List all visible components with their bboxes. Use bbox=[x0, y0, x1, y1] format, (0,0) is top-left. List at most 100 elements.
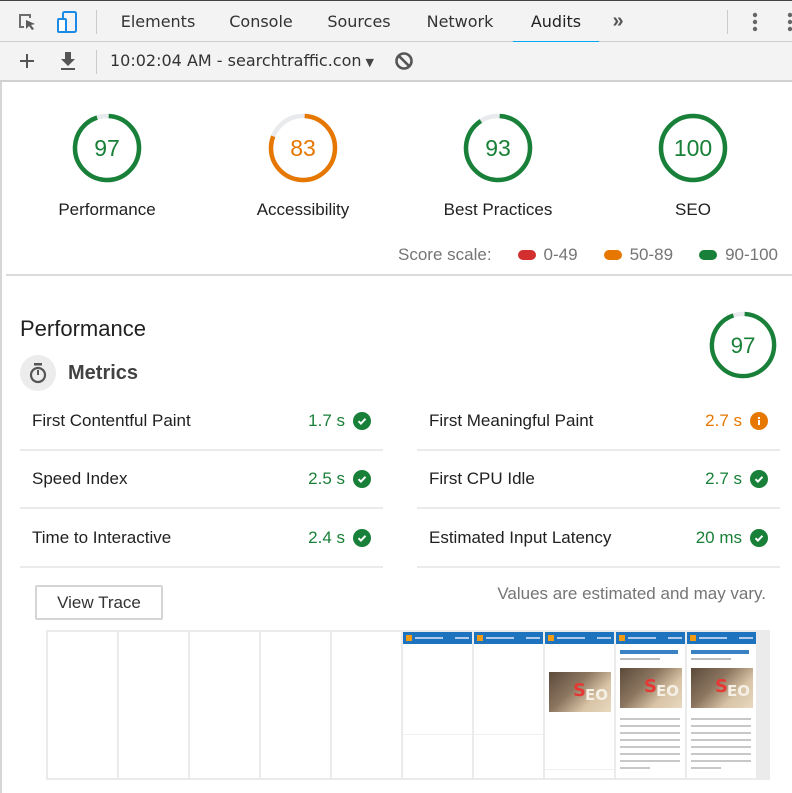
report-label: 10:02:04 AM - searchtraffic.con bbox=[110, 51, 362, 70]
view-trace-button[interactable]: View Trace bbox=[35, 585, 163, 620]
gauge-seo[interactable]: 100 SEO bbox=[608, 112, 778, 220]
thumbnail-header bbox=[616, 632, 685, 644]
site-logo-icon bbox=[477, 635, 483, 641]
metric-name: Estimated Input Latency bbox=[429, 528, 612, 547]
gauge-ring: 83 bbox=[268, 113, 338, 183]
metric-value: 2.5 s bbox=[308, 469, 345, 488]
gauge-accessibility[interactable]: 83 Accessibility bbox=[218, 112, 388, 220]
metric-row: Time to Interactive 2.4 s bbox=[20, 510, 383, 568]
metric-value: 2.7 s bbox=[705, 469, 742, 488]
metrics-header: Metrics bbox=[20, 355, 138, 391]
score-scale-label: Score scale: bbox=[398, 245, 492, 264]
filmstrip-frame bbox=[190, 632, 259, 778]
gauge-label: Performance bbox=[58, 200, 156, 219]
download-icon[interactable] bbox=[55, 42, 81, 80]
gauge-ring: 97 bbox=[72, 113, 142, 183]
filmstrip: S EO S EO S EO bbox=[46, 630, 770, 780]
scale-fail: 0-49 bbox=[517, 245, 578, 265]
metric-name: First CPU Idle bbox=[429, 469, 535, 488]
separator bbox=[96, 50, 97, 74]
gauge-score: 100 bbox=[674, 135, 712, 161]
chevron-double-right-icon[interactable]: » bbox=[606, 1, 630, 42]
filmstrip-frame bbox=[119, 632, 188, 778]
device-toolbar-icon[interactable] bbox=[54, 1, 80, 42]
tab-sources[interactable]: Sources bbox=[314, 1, 404, 42]
metric-value: 2.4 s bbox=[308, 528, 345, 547]
metric-value: 1.7 s bbox=[308, 411, 345, 430]
filmstrip-frame: S EO bbox=[616, 632, 685, 778]
scale-range-label: 90-100 bbox=[725, 245, 778, 264]
metric-name: First Meaningful Paint bbox=[429, 411, 594, 430]
metric-row: Estimated Input Latency 20 ms bbox=[417, 510, 780, 568]
check-circle-icon bbox=[353, 529, 371, 547]
gauge-label: Best Practices bbox=[443, 200, 553, 219]
stopwatch-icon bbox=[20, 355, 56, 391]
thumbnail-image: S EO bbox=[691, 668, 753, 708]
metric-name: First Contentful Paint bbox=[32, 411, 191, 430]
inspect-element-icon[interactable] bbox=[14, 1, 40, 42]
separator bbox=[96, 10, 97, 34]
disclaimer-text: Values are estimated and may vary. bbox=[497, 584, 766, 603]
gauge-performance[interactable]: 97 Performance bbox=[22, 112, 192, 220]
gauge-ring: 93 bbox=[463, 113, 533, 183]
metric-row: Speed Index 2.5 s bbox=[20, 451, 383, 509]
thumbnail-header bbox=[687, 632, 756, 644]
devtools-tab-bar: Elements Console Sources Network Audits … bbox=[0, 0, 792, 43]
filmstrip-frame bbox=[332, 632, 401, 778]
gauge-ring: 100 bbox=[658, 113, 728, 183]
scale-pill bbox=[699, 250, 718, 260]
report-selector[interactable]: 10:02:04 AM - searchtraffic.con ▼ bbox=[110, 42, 374, 80]
close-panel-icon[interactable] bbox=[786, 1, 792, 42]
thumbnail-image: S EO bbox=[620, 668, 682, 708]
metric-row: First CPU Idle 2.7 s bbox=[417, 451, 780, 509]
gauge-score: 93 bbox=[485, 135, 511, 161]
filmstrip-frame: S EO bbox=[687, 632, 756, 778]
tab-elements[interactable]: Elements bbox=[110, 1, 206, 42]
tab-console[interactable]: Console bbox=[216, 1, 306, 42]
gauge-ring: 97 bbox=[709, 311, 777, 379]
scale-range-label: 0-49 bbox=[543, 245, 578, 264]
scale-average: 50-89 bbox=[603, 245, 673, 265]
check-circle-icon bbox=[353, 412, 371, 430]
score-gauges: 97 Performance 83 Accessibility 93 Best … bbox=[2, 82, 792, 274]
tab-audits[interactable]: Audits bbox=[513, 1, 599, 43]
metric-row: First Contentful Paint 1.7 s bbox=[20, 393, 383, 451]
thumbnail-image: S EO bbox=[549, 672, 611, 712]
metric-value: 2.7 s bbox=[705, 411, 742, 430]
filmstrip-frame bbox=[48, 632, 117, 778]
filmstrip-frame bbox=[474, 632, 543, 778]
score-scale: Score scale: 0-49 50-89 90-100 bbox=[398, 245, 778, 265]
divider bbox=[6, 274, 792, 276]
tab-network[interactable]: Network bbox=[412, 1, 508, 42]
performance-gauge: 97 bbox=[708, 310, 778, 385]
gauge-label: Accessibility bbox=[256, 200, 350, 219]
category-title: Performance bbox=[20, 316, 146, 341]
audits-toolbar: 10:02:04 AM - searchtraffic.con ▼ bbox=[0, 42, 792, 82]
filmstrip-frame bbox=[403, 632, 472, 778]
separator bbox=[727, 10, 728, 34]
site-logo-icon bbox=[548, 635, 554, 641]
performance-score: 97 bbox=[731, 333, 756, 358]
caret-down-icon: ▼ bbox=[365, 56, 374, 69]
info-icon bbox=[750, 412, 768, 430]
check-circle-icon bbox=[750, 470, 768, 488]
more-vert-icon[interactable] bbox=[744, 1, 766, 42]
gauge-label: SEO bbox=[675, 200, 711, 219]
scale-pass: 90-100 bbox=[699, 245, 778, 265]
gauge-best-practices[interactable]: 93 Best Practices bbox=[413, 112, 583, 220]
thumbnail-header bbox=[403, 632, 472, 644]
clear-icon[interactable] bbox=[392, 42, 416, 80]
metric-name: Time to Interactive bbox=[32, 528, 172, 547]
site-logo-icon bbox=[690, 635, 696, 641]
metric-row: First Meaningful Paint 2.7 s bbox=[417, 393, 780, 451]
check-circle-icon bbox=[750, 529, 768, 547]
site-logo-icon bbox=[619, 635, 625, 641]
check-circle-icon bbox=[353, 470, 371, 488]
metrics-title: Metrics bbox=[68, 361, 139, 384]
gauge-score: 97 bbox=[94, 135, 120, 161]
thumbnail-header bbox=[545, 632, 614, 644]
plus-icon[interactable] bbox=[14, 42, 40, 80]
site-logo-icon bbox=[406, 635, 412, 641]
filmstrip-frame: S EO bbox=[545, 632, 614, 778]
metric-value: 20 ms bbox=[695, 528, 742, 547]
